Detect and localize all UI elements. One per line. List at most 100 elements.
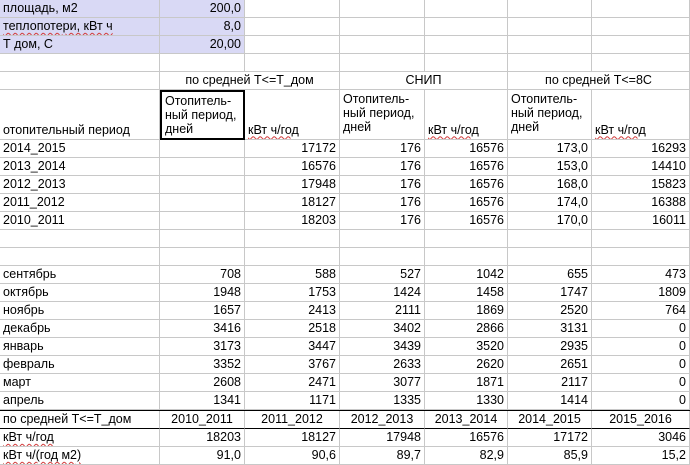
column-header-days[interactable]: Отопитель-ный период, дней: [508, 90, 592, 140]
month-value[interactable]: 764: [592, 302, 690, 320]
season-value[interactable]: [160, 176, 245, 194]
season-value[interactable]: 173,0: [508, 140, 592, 158]
summary-label[interactable]: кВт ч/год: [0, 429, 160, 447]
season-value[interactable]: 17172: [245, 140, 340, 158]
season-value[interactable]: 153,0: [508, 158, 592, 176]
month-value[interactable]: 2620: [425, 356, 508, 374]
month-value[interactable]: 0: [592, 374, 690, 392]
season-value[interactable]: 18203: [245, 212, 340, 230]
empty-cell[interactable]: [425, 18, 508, 36]
season-value[interactable]: 176: [340, 158, 425, 176]
month-value[interactable]: 0: [592, 392, 690, 410]
summary-value[interactable]: 90,6: [245, 447, 340, 465]
summary-header[interactable]: 2013_2014: [425, 411, 508, 429]
month-value[interactable]: 473: [592, 266, 690, 284]
season-value[interactable]: 16576: [425, 194, 508, 212]
month-value[interactable]: 3352: [160, 356, 245, 374]
group-header[interactable]: СНИП: [340, 72, 508, 90]
group-header[interactable]: по средней Т<=Т_дом: [160, 72, 340, 90]
month-value[interactable]: 3077: [340, 374, 425, 392]
summary-header[interactable]: 2011_2012: [245, 411, 340, 429]
empty-cell[interactable]: [0, 54, 160, 72]
empty-cell[interactable]: [160, 230, 245, 248]
summary-header[interactable]: 2014_2015: [508, 411, 592, 429]
month-value[interactable]: 0: [592, 338, 690, 356]
month-value[interactable]: 1871: [425, 374, 508, 392]
empty-cell[interactable]: [340, 230, 425, 248]
month-value[interactable]: 1948: [160, 284, 245, 302]
empty-cell[interactable]: [0, 230, 160, 248]
summary-value[interactable]: 3046: [592, 429, 690, 447]
empty-cell[interactable]: [508, 36, 592, 54]
param-label[interactable]: теплопотери, кВт ч: [0, 18, 160, 36]
month-value[interactable]: 527: [340, 266, 425, 284]
month-value[interactable]: 2117: [508, 374, 592, 392]
empty-cell[interactable]: [592, 0, 690, 18]
summary-value[interactable]: 89,7: [340, 447, 425, 465]
season-value[interactable]: 15823: [592, 176, 690, 194]
empty-cell[interactable]: [508, 0, 592, 18]
month-value[interactable]: 3173: [160, 338, 245, 356]
season-value[interactable]: 168,0: [508, 176, 592, 194]
empty-cell[interactable]: [160, 54, 245, 72]
month-value[interactable]: 3520: [425, 338, 508, 356]
empty-cell[interactable]: [245, 230, 340, 248]
empty-cell[interactable]: [245, 36, 340, 54]
empty-cell[interactable]: [425, 36, 508, 54]
month-value[interactable]: 1424: [340, 284, 425, 302]
month-value[interactable]: 1335: [340, 392, 425, 410]
season-value[interactable]: 16576: [245, 158, 340, 176]
season-value[interactable]: 16388: [592, 194, 690, 212]
season-value[interactable]: 176: [340, 140, 425, 158]
season-value[interactable]: 17948: [245, 176, 340, 194]
season-value[interactable]: [160, 158, 245, 176]
param-value[interactable]: 20,00: [160, 36, 245, 54]
month-value[interactable]: 2413: [245, 302, 340, 320]
summary-value[interactable]: 18203: [160, 429, 245, 447]
param-value[interactable]: 200,0: [160, 0, 245, 18]
month-value[interactable]: 2518: [245, 320, 340, 338]
season-value[interactable]: 176: [340, 212, 425, 230]
month-label[interactable]: январь: [0, 338, 160, 356]
month-value[interactable]: 3416: [160, 320, 245, 338]
month-value[interactable]: 1747: [508, 284, 592, 302]
empty-cell[interactable]: [245, 0, 340, 18]
summary-value[interactable]: 18127: [245, 429, 340, 447]
empty-cell[interactable]: [340, 54, 425, 72]
summary-header[interactable]: 2012_2013: [340, 411, 425, 429]
empty-cell[interactable]: [0, 248, 160, 266]
empty-cell[interactable]: [0, 72, 160, 90]
month-value[interactable]: 1753: [245, 284, 340, 302]
summary-header[interactable]: 2015_2016: [592, 411, 690, 429]
month-value[interactable]: 1809: [592, 284, 690, 302]
summary-header[interactable]: по средней Т<=Т_дом: [0, 411, 160, 429]
season-value[interactable]: 16293: [592, 140, 690, 158]
empty-cell[interactable]: [340, 36, 425, 54]
season-label[interactable]: 2010_2011: [0, 212, 160, 230]
summary-value[interactable]: 91,0: [160, 447, 245, 465]
month-value[interactable]: 1657: [160, 302, 245, 320]
season-value[interactable]: 16576: [425, 140, 508, 158]
summary-header[interactable]: 2010_2011: [160, 411, 245, 429]
param-label[interactable]: площадь, м2: [0, 0, 160, 18]
empty-cell[interactable]: [425, 0, 508, 18]
empty-cell[interactable]: [340, 0, 425, 18]
month-value[interactable]: 1330: [425, 392, 508, 410]
column-header-kwh[interactable]: кВт ч/год: [592, 90, 690, 140]
empty-cell[interactable]: [508, 18, 592, 36]
month-value[interactable]: 1458: [425, 284, 508, 302]
season-value[interactable]: 16011: [592, 212, 690, 230]
empty-cell[interactable]: [245, 248, 340, 266]
empty-cell[interactable]: [245, 18, 340, 36]
month-value[interactable]: 2111: [340, 302, 425, 320]
month-value[interactable]: 2633: [340, 356, 425, 374]
empty-cell[interactable]: [425, 248, 508, 266]
month-value[interactable]: 2608: [160, 374, 245, 392]
month-label[interactable]: март: [0, 374, 160, 392]
month-value[interactable]: 1171: [245, 392, 340, 410]
season-value[interactable]: 176: [340, 194, 425, 212]
empty-cell[interactable]: [508, 230, 592, 248]
season-value[interactable]: 16576: [425, 176, 508, 194]
month-value[interactable]: 1869: [425, 302, 508, 320]
month-value[interactable]: 588: [245, 266, 340, 284]
